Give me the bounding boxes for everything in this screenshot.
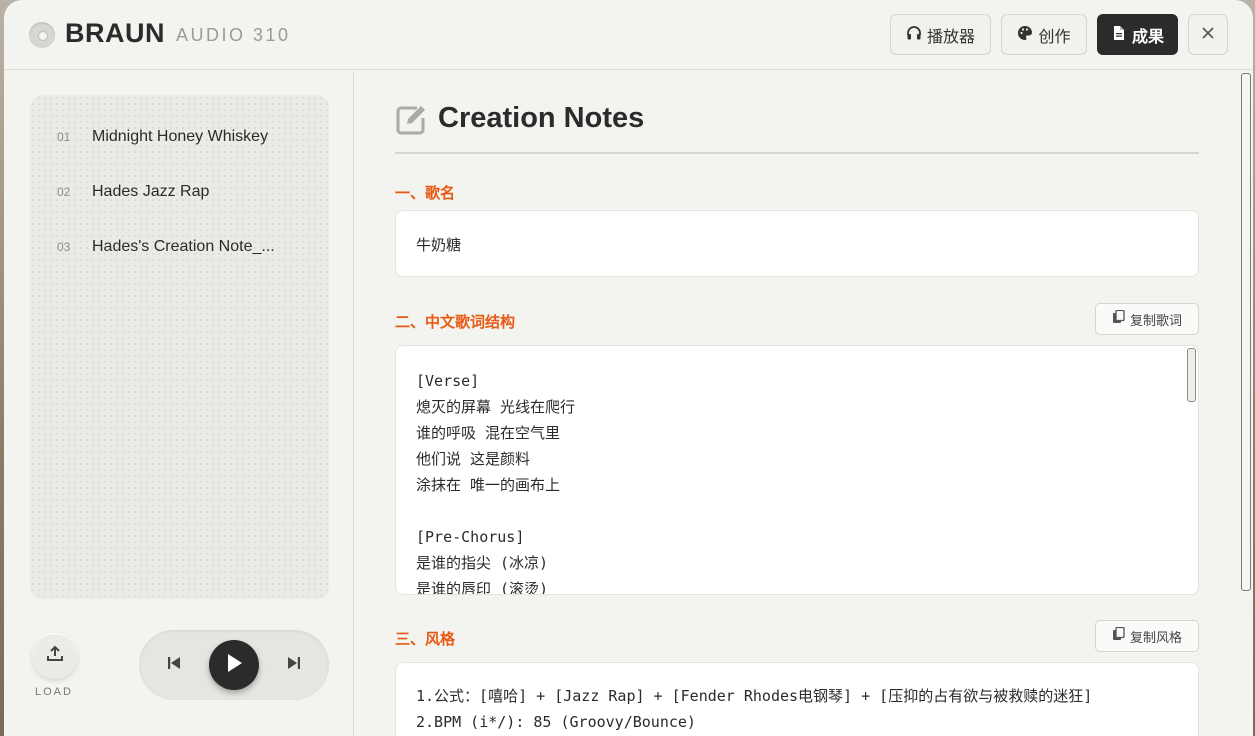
copy-icon bbox=[1112, 626, 1126, 645]
close-button[interactable] bbox=[1188, 14, 1228, 55]
previous-button[interactable] bbox=[164, 655, 184, 675]
section-style-label: 三、风格 bbox=[395, 630, 456, 648]
headphones-icon bbox=[906, 25, 922, 45]
tab-create-label: 创作 bbox=[1038, 26, 1071, 46]
track-item[interactable]: 01 Midnight Honey Whiskey bbox=[30, 117, 329, 157]
track-title: Midnight Honey Whiskey bbox=[92, 128, 269, 145]
divider bbox=[395, 152, 1199, 154]
lyrics-card[interactable]: [Verse] 熄灭的屏幕 光线在爬行 谁的呼吸 混在空气里 他们说 这是颜料 … bbox=[395, 345, 1199, 595]
track-item[interactable]: 03 Hades's Creation Note_... bbox=[30, 227, 329, 267]
tab-player[interactable]: 播放器 bbox=[890, 14, 991, 55]
header-bar: BRAUN AUDIO 310 播放器 创作 成果 bbox=[4, 0, 1253, 70]
edit-icon bbox=[395, 104, 427, 136]
sidebar: 01 Midnight Honey Whiskey 02 Hades Jazz … bbox=[4, 71, 354, 736]
load-label: LOAD bbox=[35, 686, 73, 698]
style-card: 1.公式：[嘻哈] + [Jazz Rap] + [Fender Rhodes电… bbox=[395, 662, 1199, 736]
track-number: 02 bbox=[57, 185, 71, 199]
page-title: Creation Notes bbox=[438, 102, 645, 134]
skip-forward-icon bbox=[286, 655, 302, 676]
disc-logo-icon bbox=[29, 22, 55, 48]
tab-results-label: 成果 bbox=[1131, 26, 1164, 46]
transport-controls bbox=[139, 630, 329, 700]
track-number: 03 bbox=[57, 240, 71, 254]
track-number: 01 bbox=[57, 130, 71, 144]
copy-icon bbox=[1112, 309, 1126, 328]
track-title: Hades's Creation Note_... bbox=[92, 238, 275, 255]
track-item[interactable]: 02 Hades Jazz Rap bbox=[30, 172, 329, 212]
app-window: BRAUN AUDIO 310 播放器 创作 成果 01 Midnight Ho… bbox=[4, 0, 1253, 736]
song-name-card: 牛奶糖 bbox=[395, 210, 1199, 277]
load-button[interactable] bbox=[32, 633, 78, 679]
lyrics-text: [Verse] 熄灭的屏幕 光线在爬行 谁的呼吸 混在空气里 他们说 这是颜料 … bbox=[416, 372, 576, 594]
tab-results[interactable]: 成果 bbox=[1097, 14, 1178, 55]
section-song-name-label: 一、歌名 bbox=[395, 184, 456, 202]
play-button[interactable] bbox=[209, 640, 259, 690]
tab-player-label: 播放器 bbox=[926, 26, 975, 46]
copy-style-button[interactable]: 复制风格 bbox=[1095, 620, 1199, 652]
palette-icon bbox=[1017, 25, 1033, 45]
section-lyrics-label: 二、中文歌词结构 bbox=[395, 313, 516, 331]
copy-lyrics-button[interactable]: 复制歌词 bbox=[1095, 303, 1199, 335]
song-name-value: 牛奶糖 bbox=[416, 236, 462, 254]
style-text: 1.公式：[嘻哈] + [Jazz Rap] + [Fender Rhodes电… bbox=[416, 687, 1093, 731]
main-content: Creation Notes 一、歌名 牛奶糖 二、中文歌词结构 复制歌词 [V… bbox=[355, 71, 1253, 736]
main-scrollbar[interactable] bbox=[1241, 73, 1251, 591]
track-title: Hades Jazz Rap bbox=[92, 183, 210, 200]
copy-style-label: 复制风格 bbox=[1129, 630, 1182, 646]
next-button[interactable] bbox=[284, 655, 304, 675]
play-icon bbox=[225, 653, 243, 678]
close-icon bbox=[1200, 25, 1216, 45]
playlist: 01 Midnight Honey Whiskey 02 Hades Jazz … bbox=[30, 95, 329, 599]
copy-lyrics-label: 复制歌词 bbox=[1129, 313, 1182, 329]
model-name: AUDIO 310 bbox=[176, 25, 291, 45]
brand-name: BRAUN bbox=[65, 18, 165, 48]
document-icon bbox=[1111, 25, 1127, 45]
tab-create[interactable]: 创作 bbox=[1001, 14, 1087, 55]
skip-back-icon bbox=[166, 655, 182, 676]
lyrics-scrollbar[interactable] bbox=[1187, 348, 1196, 402]
upload-icon bbox=[45, 644, 65, 669]
